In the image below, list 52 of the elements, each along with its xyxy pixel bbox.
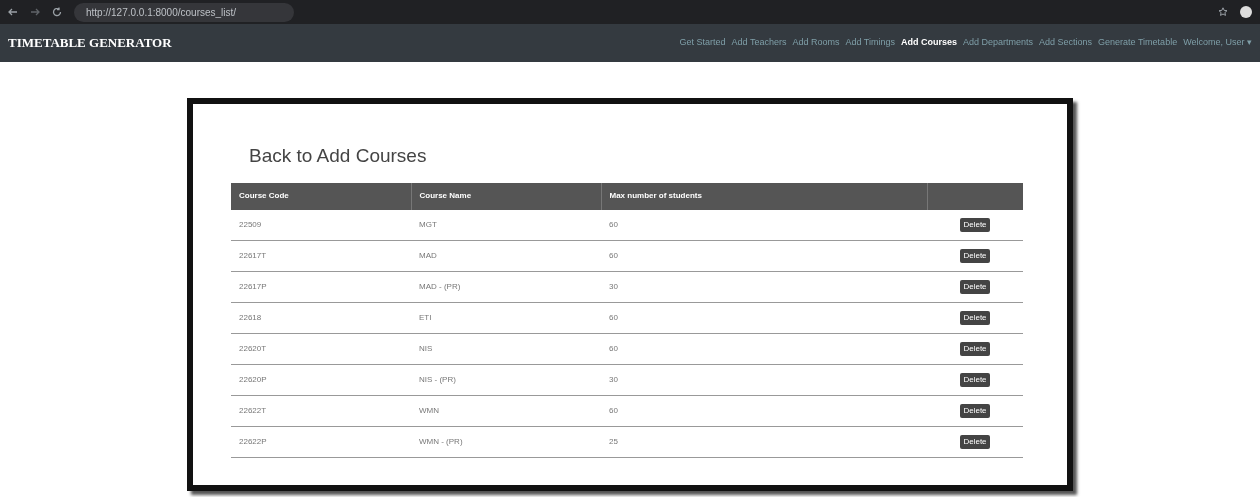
address-bar[interactable]: http://127.0.0.1:8000/courses_list/ — [74, 2, 294, 22]
column-header: Course Code — [231, 182, 411, 210]
nav-link[interactable]: Add Timings — [845, 36, 895, 50]
table-cell: ETI — [411, 302, 601, 334]
table-cell: 60 — [601, 240, 927, 272]
table-cell: MGT — [411, 209, 601, 241]
nav-link[interactable]: Add Departments — [963, 36, 1034, 50]
brand-title[interactable]: TIMETABLE GENERATOR — [8, 33, 172, 53]
forward-icon[interactable] — [30, 7, 40, 17]
table-cell: 22622T — [231, 395, 411, 427]
nav-link[interactable]: Add Rooms — [792, 36, 840, 50]
table-cell: 60 — [601, 333, 927, 365]
table-cell: WMN — [411, 395, 601, 427]
table-cell: 22618 — [231, 302, 411, 334]
table-cell: 60 — [601, 302, 927, 334]
nav-link[interactable]: Add Teachers — [731, 36, 787, 50]
table-cell: 30 — [601, 271, 927, 303]
delete-button[interactable]: Delete — [960, 404, 990, 418]
table-cell: 22622P — [231, 426, 411, 458]
star-icon[interactable] — [1218, 7, 1228, 17]
back-icon[interactable] — [8, 7, 18, 17]
table-cell: 22617P — [231, 271, 411, 303]
delete-button[interactable]: Delete — [960, 342, 990, 356]
table-cell: 25 — [601, 426, 927, 458]
table-cell: MAD - (PR) — [411, 271, 601, 303]
nav-link[interactable]: Get Started — [679, 36, 726, 50]
table-cell: 22617T — [231, 240, 411, 272]
table-cell: 60 — [601, 209, 927, 241]
nav-link[interactable]: Add Sections — [1039, 36, 1093, 50]
reload-icon[interactable] — [52, 7, 62, 17]
table-cell: 60 — [601, 395, 927, 427]
delete-button[interactable]: Delete — [960, 217, 990, 232]
table-cell: 30 — [601, 364, 927, 396]
table-cell: 22620T — [231, 333, 411, 365]
delete-button[interactable]: Delete — [960, 249, 990, 263]
table-cell: NIS — [411, 333, 601, 365]
table-cell: MAD — [411, 240, 601, 272]
delete-button[interactable]: Delete — [960, 373, 990, 387]
column-header: Course Name — [411, 182, 601, 210]
delete-button[interactable]: Delete — [960, 311, 990, 325]
delete-button[interactable]: Delete — [960, 435, 990, 449]
table-cell: WMN - (PR) — [411, 426, 601, 458]
profile-icon[interactable] — [1240, 6, 1252, 18]
user-menu[interactable]: Welcome, User ▾ — [1183, 36, 1252, 50]
nav-link[interactable]: Add Courses — [901, 36, 957, 50]
delete-button[interactable]: Delete — [960, 280, 990, 294]
back-link[interactable]: Back to Add Courses — [231, 142, 1029, 171]
nav-link[interactable]: Generate Timetable — [1098, 36, 1178, 50]
column-header: Max number of students — [601, 182, 927, 210]
table-cell: NIS - (PR) — [411, 364, 601, 396]
table-cell: 22509 — [231, 209, 411, 241]
table-cell: 22620P — [231, 364, 411, 396]
